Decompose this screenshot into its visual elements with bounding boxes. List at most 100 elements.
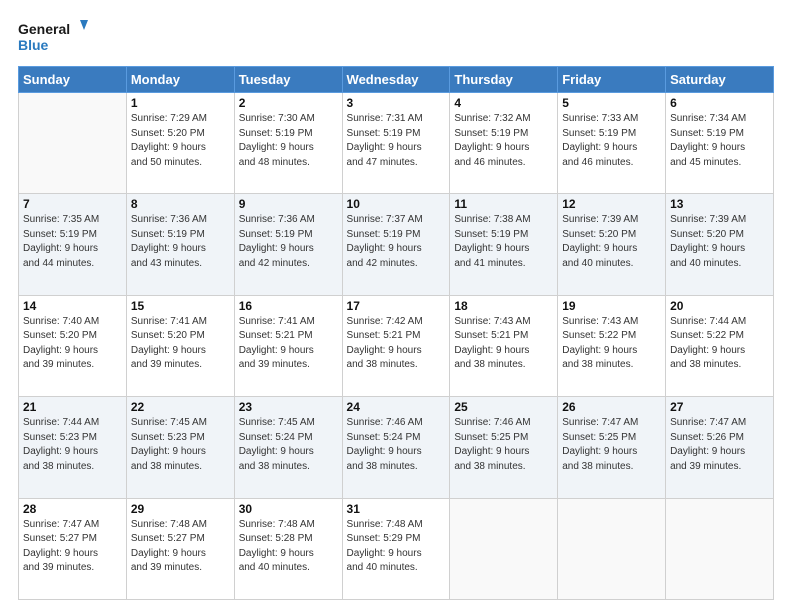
day-info: Sunrise: 7:48 AMSunset: 5:28 PMDaylight:…: [239, 518, 338, 576]
day-number: 9: [239, 197, 338, 211]
day-number: 24: [347, 400, 446, 414]
calendar-cell: 15 Sunrise: 7:41 AMSunset: 5:20 PMDayligh…: [126, 295, 234, 396]
day-info: Sunrise: 7:47 AMSunset: 5:26 PMDaylight:…: [670, 416, 769, 474]
day-header-tuesday: Tuesday: [234, 67, 342, 93]
calendar-cell: 20Sunrise: 7:44 AMSunset: 5:22 PMDayligh…: [666, 295, 774, 396]
day-info: Sunrise: 7:48 AMSunset: 5:27 PMDaylight:…: [131, 518, 230, 576]
week-row-3: 14 Sunrise: 7:40 AMSunset: 5:20 PMDayligh…: [19, 295, 774, 396]
day-number: 8: [131, 197, 230, 211]
day-number: 26: [562, 400, 661, 414]
calendar-cell: 8Sunrise: 7:36 AMSunset: 5:19 PMDaylight…: [126, 194, 234, 295]
day-info: Sunrise: 7:32 AMSunset: 5:19 PMDaylight:…: [454, 112, 553, 170]
day-number: 14: [23, 299, 122, 313]
day-number: 17: [347, 299, 446, 313]
day-info: Sunrise: 7:35 AMSunset: 5:19 PMDaylight:…: [23, 213, 122, 271]
calendar-cell: 23 Sunrise: 7:45 AMSunset: 5:24 PMDayligh…: [234, 397, 342, 498]
calendar-cell: 5 Sunrise: 7:33 AMSunset: 5:19 PMDaylight…: [558, 93, 666, 194]
day-info: Sunrise: 7:43 AMSunset: 5:22 PMDaylight:…: [562, 315, 661, 373]
day-number: 19: [562, 299, 661, 313]
day-number: 5: [562, 96, 661, 110]
calendar-cell: 31Sunrise: 7:48 AMSunset: 5:29 PMDayligh…: [342, 498, 450, 599]
day-header-wednesday: Wednesday: [342, 67, 450, 93]
day-info: Sunrise: 7:30 AMSunset: 5:19 PMDaylight:…: [239, 112, 338, 170]
calendar-cell: [450, 498, 558, 599]
logo-svg: General Blue: [18, 18, 88, 56]
calendar-cell: 12 Sunrise: 7:39 AMSunset: 5:20 PMDayligh…: [558, 194, 666, 295]
day-info: Sunrise: 7:47 AMSunset: 5:25 PMDaylight:…: [562, 416, 661, 474]
calendar-cell: 29 Sunrise: 7:48 AMSunset: 5:27 PMDayligh…: [126, 498, 234, 599]
day-number: 3: [347, 96, 446, 110]
day-info: Sunrise: 7:45 AMSunset: 5:24 PMDaylight:…: [239, 416, 338, 474]
day-info: Sunrise: 7:38 AMSunset: 5:19 PMDaylight:…: [454, 213, 553, 271]
calendar-cell: 3 Sunrise: 7:31 AMSunset: 5:19 PMDaylight…: [342, 93, 450, 194]
calendar-cell: [558, 498, 666, 599]
week-row-4: 21 Sunrise: 7:44 AMSunset: 5:23 PMDayligh…: [19, 397, 774, 498]
day-header-sunday: Sunday: [19, 67, 127, 93]
day-info: Sunrise: 7:46 AMSunset: 5:25 PMDaylight:…: [454, 416, 553, 474]
calendar-cell: 19 Sunrise: 7:43 AMSunset: 5:22 PMDayligh…: [558, 295, 666, 396]
calendar-cell: 26 Sunrise: 7:47 AMSunset: 5:25 PMDayligh…: [558, 397, 666, 498]
day-info: Sunrise: 7:41 AMSunset: 5:21 PMDaylight:…: [239, 315, 338, 373]
day-info: Sunrise: 7:33 AMSunset: 5:19 PMDaylight:…: [562, 112, 661, 170]
day-info: Sunrise: 7:34 AMSunset: 5:19 PMDaylight:…: [670, 112, 769, 170]
calendar-cell: 10Sunrise: 7:37 AMSunset: 5:19 PMDayligh…: [342, 194, 450, 295]
day-info: Sunrise: 7:46 AMSunset: 5:24 PMDaylight:…: [347, 416, 446, 474]
calendar-cell: 13Sunrise: 7:39 AMSunset: 5:20 PMDayligh…: [666, 194, 774, 295]
day-number: 1: [131, 96, 230, 110]
calendar-cell: 16 Sunrise: 7:41 AMSunset: 5:21 PMDayligh…: [234, 295, 342, 396]
day-info: Sunrise: 7:40 AMSunset: 5:20 PMDaylight:…: [23, 315, 122, 373]
day-info: Sunrise: 7:41 AMSunset: 5:20 PMDaylight:…: [131, 315, 230, 373]
day-number: 21: [23, 400, 122, 414]
calendar-cell: 6 Sunrise: 7:34 AMSunset: 5:19 PMDaylight…: [666, 93, 774, 194]
calendar-cell: 11 Sunrise: 7:38 AMSunset: 5:19 PMDayligh…: [450, 194, 558, 295]
day-info: Sunrise: 7:39 AMSunset: 5:20 PMDaylight:…: [562, 213, 661, 271]
day-number: 28: [23, 502, 122, 516]
day-number: 4: [454, 96, 553, 110]
day-number: 15: [131, 299, 230, 313]
day-info: Sunrise: 7:47 AMSunset: 5:27 PMDaylight:…: [23, 518, 122, 576]
day-number: 7: [23, 197, 122, 211]
day-number: 16: [239, 299, 338, 313]
calendar-cell: 4 Sunrise: 7:32 AMSunset: 5:19 PMDaylight…: [450, 93, 558, 194]
calendar-cell: 30 Sunrise: 7:48 AMSunset: 5:28 PMDayligh…: [234, 498, 342, 599]
calendar-cell: 2 Sunrise: 7:30 AMSunset: 5:19 PMDaylight…: [234, 93, 342, 194]
week-row-1: 1Sunrise: 7:29 AMSunset: 5:20 PMDaylight…: [19, 93, 774, 194]
day-info: Sunrise: 7:39 AMSunset: 5:20 PMDaylight:…: [670, 213, 769, 271]
calendar-cell: 7 Sunrise: 7:35 AMSunset: 5:19 PMDaylight…: [19, 194, 127, 295]
day-header-saturday: Saturday: [666, 67, 774, 93]
day-number: 25: [454, 400, 553, 414]
day-number: 23: [239, 400, 338, 414]
calendar-cell: 1Sunrise: 7:29 AMSunset: 5:20 PMDaylight…: [126, 93, 234, 194]
day-number: 27: [670, 400, 769, 414]
page: General Blue SundayMondayTuesdayWednesda…: [0, 0, 792, 612]
svg-text:Blue: Blue: [18, 37, 49, 53]
calendar-cell: 25 Sunrise: 7:46 AMSunset: 5:25 PMDayligh…: [450, 397, 558, 498]
day-number: 20: [670, 299, 769, 313]
day-number: 22: [131, 400, 230, 414]
day-number: 31: [347, 502, 446, 516]
week-row-5: 28 Sunrise: 7:47 AMSunset: 5:27 PMDayligh…: [19, 498, 774, 599]
day-number: 30: [239, 502, 338, 516]
day-info: Sunrise: 7:36 AMSunset: 5:19 PMDaylight:…: [239, 213, 338, 271]
calendar-cell: 17 Sunrise: 7:42 AMSunset: 5:21 PMDayligh…: [342, 295, 450, 396]
day-number: 12: [562, 197, 661, 211]
day-info: Sunrise: 7:44 AMSunset: 5:23 PMDaylight:…: [23, 416, 122, 474]
week-row-2: 7 Sunrise: 7:35 AMSunset: 5:19 PMDaylight…: [19, 194, 774, 295]
day-header-thursday: Thursday: [450, 67, 558, 93]
calendar-cell: 21 Sunrise: 7:44 AMSunset: 5:23 PMDayligh…: [19, 397, 127, 498]
day-number: 10: [347, 197, 446, 211]
day-number: 11: [454, 197, 553, 211]
day-info: Sunrise: 7:42 AMSunset: 5:21 PMDaylight:…: [347, 315, 446, 373]
calendar-cell: 28 Sunrise: 7:47 AMSunset: 5:27 PMDayligh…: [19, 498, 127, 599]
day-info: Sunrise: 7:45 AMSunset: 5:23 PMDaylight:…: [131, 416, 230, 474]
header-row: SundayMondayTuesdayWednesdayThursdayFrid…: [19, 67, 774, 93]
logo: General Blue: [18, 18, 88, 56]
calendar-cell: 9 Sunrise: 7:36 AMSunset: 5:19 PMDaylight…: [234, 194, 342, 295]
day-info: Sunrise: 7:31 AMSunset: 5:19 PMDaylight:…: [347, 112, 446, 170]
day-header-monday: Monday: [126, 67, 234, 93]
calendar-cell: [666, 498, 774, 599]
day-number: 18: [454, 299, 553, 313]
day-number: 29: [131, 502, 230, 516]
day-number: 6: [670, 96, 769, 110]
day-number: 2: [239, 96, 338, 110]
